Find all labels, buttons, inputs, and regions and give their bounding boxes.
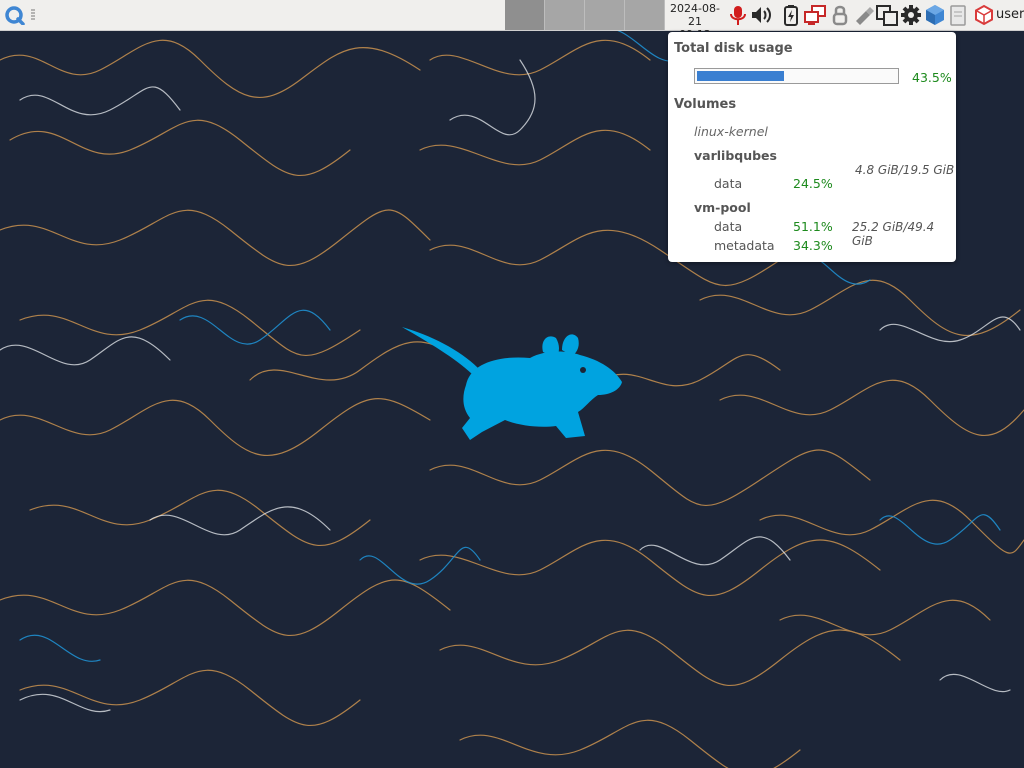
vm-pool-data-percent: 51.1% <box>793 219 833 234</box>
total-disk-usage-percent: 43.5% <box>912 70 952 85</box>
settings-icon[interactable] <box>899 3 923 27</box>
vm-pool-metadata-label: metadata <box>714 238 775 253</box>
total-disk-usage-bar-fill <box>697 71 784 81</box>
vm-pool-data-label: data <box>714 219 743 234</box>
workspace-3[interactable] <box>585 0 625 30</box>
top-panel: 2024-08-21 09:12 <box>0 0 1024 41</box>
xfce-mouse-logo <box>402 327 622 440</box>
microphone-icon[interactable] <box>726 3 750 27</box>
clock-date: 2024-08-21 <box>670 2 720 28</box>
volume-linux-kernel[interactable]: linux-kernel <box>694 124 768 139</box>
window-switcher-icon[interactable] <box>875 3 899 27</box>
varlibqubes-data-label: data <box>714 176 743 191</box>
qube-cube-icon[interactable] <box>923 3 947 27</box>
workspace-1[interactable] <box>505 0 545 30</box>
network-icon[interactable] <box>803 3 827 27</box>
total-disk-usage-heading: Total disk usage <box>674 41 793 56</box>
disk-usage-popup: Total disk usage 43.5% Volumes linux-ker… <box>668 32 956 262</box>
vm-pool-size: 25.2 GiB/49.4 GiB <box>852 220 935 248</box>
volumes-heading: Volumes <box>674 97 737 112</box>
volume-icon[interactable] <box>749 3 773 27</box>
varlibqubes-data-percent: 24.5% <box>793 176 833 191</box>
qubes-app-menu-icon[interactable] <box>4 5 26 25</box>
workspace-4[interactable] <box>625 0 665 30</box>
varlibqubes-size: 4.8 GiB/19.5 GiB <box>855 163 955 177</box>
lock-icon[interactable] <box>828 3 852 27</box>
total-disk-usage-bar <box>694 68 899 84</box>
vm-pool-metadata-percent: 34.3% <box>793 238 833 253</box>
workspace-2[interactable] <box>545 0 585 30</box>
clipboard-icon[interactable] <box>946 3 970 27</box>
battery-icon[interactable] <box>779 3 803 27</box>
usb-icon[interactable] <box>852 3 876 27</box>
volume-varlibqubes[interactable]: varlibqubes <box>694 148 777 163</box>
panel-handle-icon[interactable] <box>30 9 36 21</box>
clock[interactable]: 2024-08-21 09:12 <box>664 2 726 41</box>
volume-vm-pool[interactable]: vm-pool <box>694 200 751 215</box>
user-label[interactable]: user <box>996 7 1024 22</box>
qubes-domains-icon[interactable] <box>972 3 996 27</box>
